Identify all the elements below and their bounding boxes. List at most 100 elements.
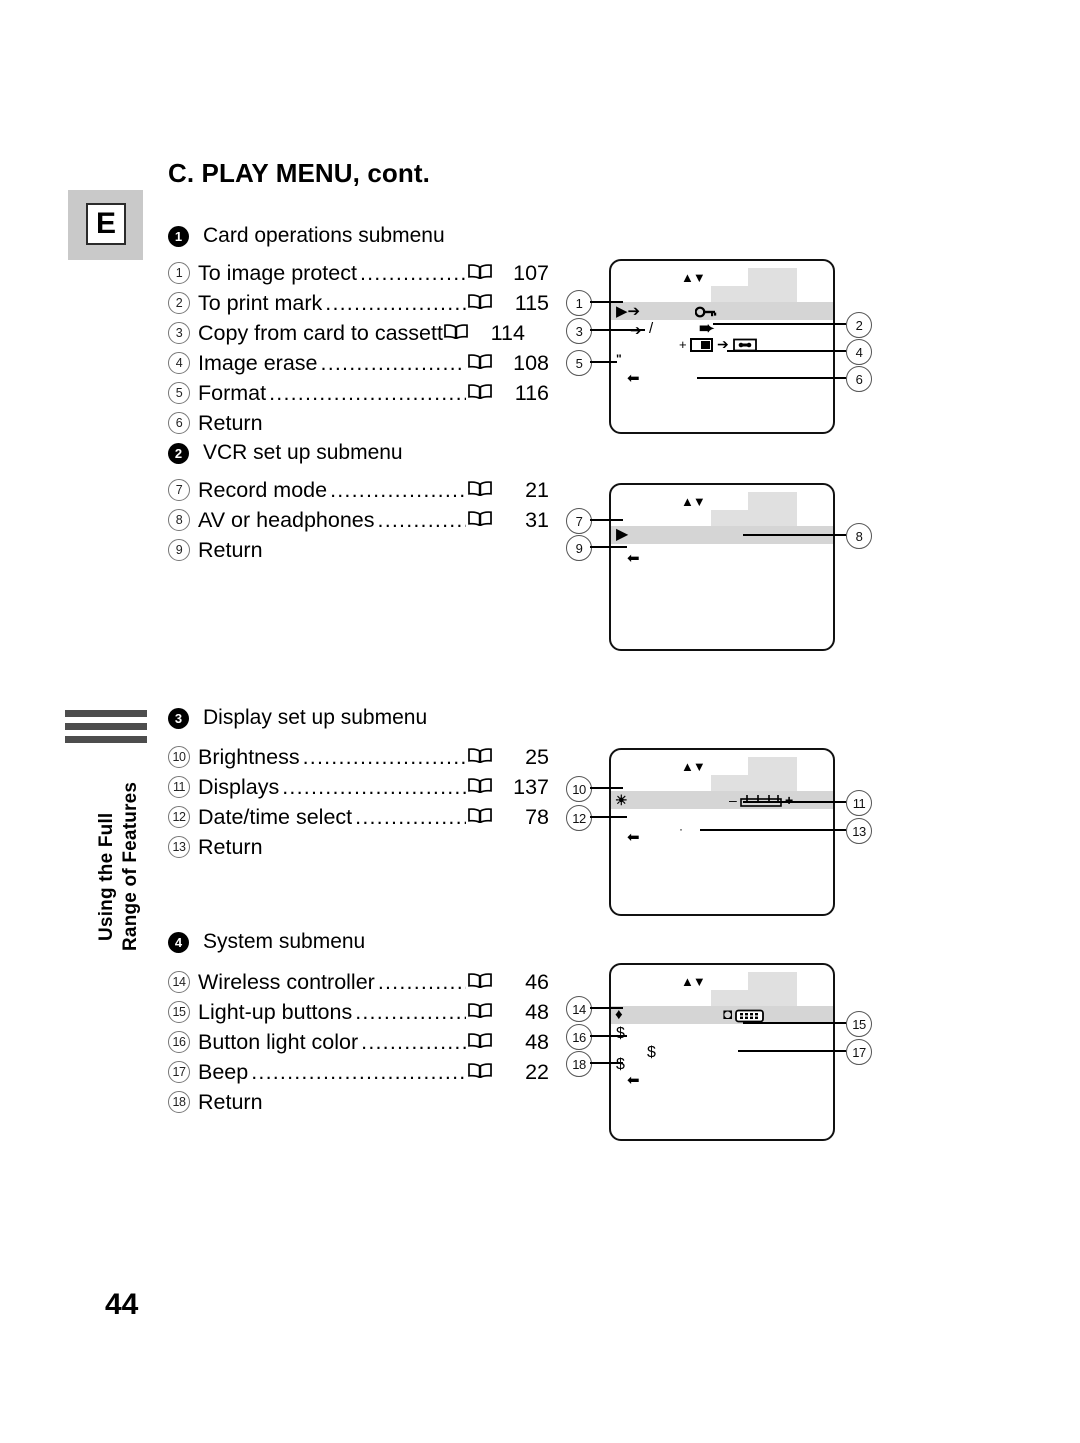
side-tab-line-2: Range of Features [120, 781, 141, 951]
wireless-controller-icon: ♦ [615, 1006, 623, 1023]
menu-item-row: 8 AV or headphones.......................… [168, 508, 549, 538]
item-label: Date/time select [198, 805, 353, 829]
slider-minus-label: – [729, 792, 737, 808]
item-number: 3 [168, 322, 190, 344]
menu-item-list-4: 14 Wireless controller...................… [168, 970, 549, 1120]
menu-item-list-2: 7 Record mode............................… [168, 478, 549, 568]
item-label: Button light color [198, 1030, 359, 1054]
leader-line [743, 1022, 846, 1024]
scroll-indicator: ▲▼ [681, 974, 706, 989]
reference-page-number: 46 [525, 970, 549, 994]
dot-leader: ........................................… [359, 261, 466, 285]
item-label: Beep [198, 1060, 249, 1084]
item-number: 5 [168, 382, 190, 404]
menu-item-row: 7 Record mode............................… [168, 478, 549, 508]
item-number: 10 [168, 746, 190, 768]
callout-2: 2 [846, 312, 872, 338]
reference-page-number: 115 [514, 291, 549, 315]
slider-plus-label: + [785, 792, 794, 808]
menu-item-row: 3Copy from card to cassett..............… [168, 321, 549, 351]
leader-line [727, 350, 846, 352]
brightness-icon: ☀ [615, 792, 628, 808]
menu-tab-block [748, 972, 797, 990]
leader-line [743, 534, 846, 536]
vcr-setup-screen: ▲▼ ▶ ⬅ [609, 483, 835, 651]
callout-18: 18 [566, 1051, 592, 1077]
leader-line [590, 519, 623, 521]
return-arrow-icon: ⬅ [627, 550, 640, 567]
return-arrow-icon: ⬅ [627, 370, 640, 387]
item-number: 16 [168, 1031, 190, 1053]
menu-item-row: 11 Displays..............................… [168, 775, 549, 805]
leader-line [590, 329, 645, 331]
scroll-indicator: ▲▼ [681, 759, 706, 774]
section-marker: 4 [168, 931, 189, 953]
item-label: To image protect [198, 261, 357, 285]
item-number: 11 [168, 776, 190, 798]
item-label: Wireless controller [198, 970, 375, 994]
menu-tab-block [711, 286, 797, 302]
language-badge-block: E [68, 190, 143, 260]
selection-highlight-bar [611, 791, 833, 809]
item-number: 4 [168, 352, 190, 374]
dot-leader: ........................................… [361, 1030, 466, 1054]
selection-highlight-bar [611, 302, 833, 320]
leader-line [700, 829, 846, 831]
side-tab-bar [65, 723, 147, 730]
signal-wave-icon: ◘ [723, 1006, 733, 1023]
menu-item-row: 4 Image erase............................… [168, 351, 549, 381]
leader-line [697, 377, 846, 379]
item-number: 6 [168, 412, 190, 434]
book-icon [468, 1063, 492, 1078]
dot-leader: ........................................… [355, 1000, 466, 1024]
reference-page-number: 22 [525, 1060, 549, 1084]
leader-line [590, 1035, 627, 1037]
section-marker: 2 [168, 442, 189, 464]
item-label: Image erase [198, 351, 318, 375]
side-tab-bar [65, 710, 147, 717]
callout-12: 12 [566, 805, 592, 831]
item-label: Format [198, 381, 267, 405]
item-label: Return [198, 835, 263, 859]
book-icon [468, 1033, 492, 1048]
item-number: 1 [168, 262, 190, 284]
book-icon [444, 324, 468, 339]
dot-leader: ........................................… [330, 478, 466, 502]
leader-line [738, 1050, 846, 1052]
scroll-indicator: ▲▼ [681, 494, 706, 509]
leader-line [590, 361, 617, 363]
leader-line [590, 787, 623, 789]
callout-13: 13 [846, 818, 872, 844]
menu-tab-block [711, 775, 797, 791]
book-icon [468, 973, 492, 988]
item-label: To print mark [198, 291, 323, 315]
memory-card-icon [690, 338, 713, 352]
side-tab-line-1: Using the Full [96, 812, 117, 941]
item-number: 9 [168, 539, 190, 561]
menu-tab-block [711, 510, 797, 526]
menu-item-row: 10 Brightness............................… [168, 745, 549, 775]
reference-page-number: 31 [525, 508, 549, 532]
section-heading-1: 1 Card operations submenu [168, 224, 445, 248]
beep-marker: $ [616, 1056, 625, 1073]
book-icon [468, 481, 492, 496]
section-heading-4: 4 System submenu [168, 930, 365, 954]
callout-17: 17 [846, 1039, 872, 1065]
item-label: Record mode [198, 478, 328, 502]
dot-leader: ........................................… [377, 508, 466, 532]
leader-line [713, 323, 846, 325]
section-heading-text: VCR set up submenu [203, 441, 403, 464]
book-icon [468, 778, 492, 793]
play-arrow-icon: ▶➔ [616, 303, 641, 320]
light-up-buttons-marker: $ [616, 1025, 625, 1042]
print-mark-icon: ➨ [699, 318, 715, 338]
side-tab-bar [65, 736, 147, 743]
dot-leader: ........................................… [269, 381, 466, 405]
item-label: Return [198, 411, 263, 435]
card-operations-screen: ▲▼ ▶➔ ➔ / ➨ + ➔ [609, 259, 835, 434]
date-dot-icon: · [679, 822, 683, 836]
item-label: Return [198, 1090, 263, 1114]
menu-item-row: 5 Format.................................… [168, 381, 549, 411]
section-marker: 3 [168, 707, 189, 729]
item-label: Return [198, 538, 263, 562]
